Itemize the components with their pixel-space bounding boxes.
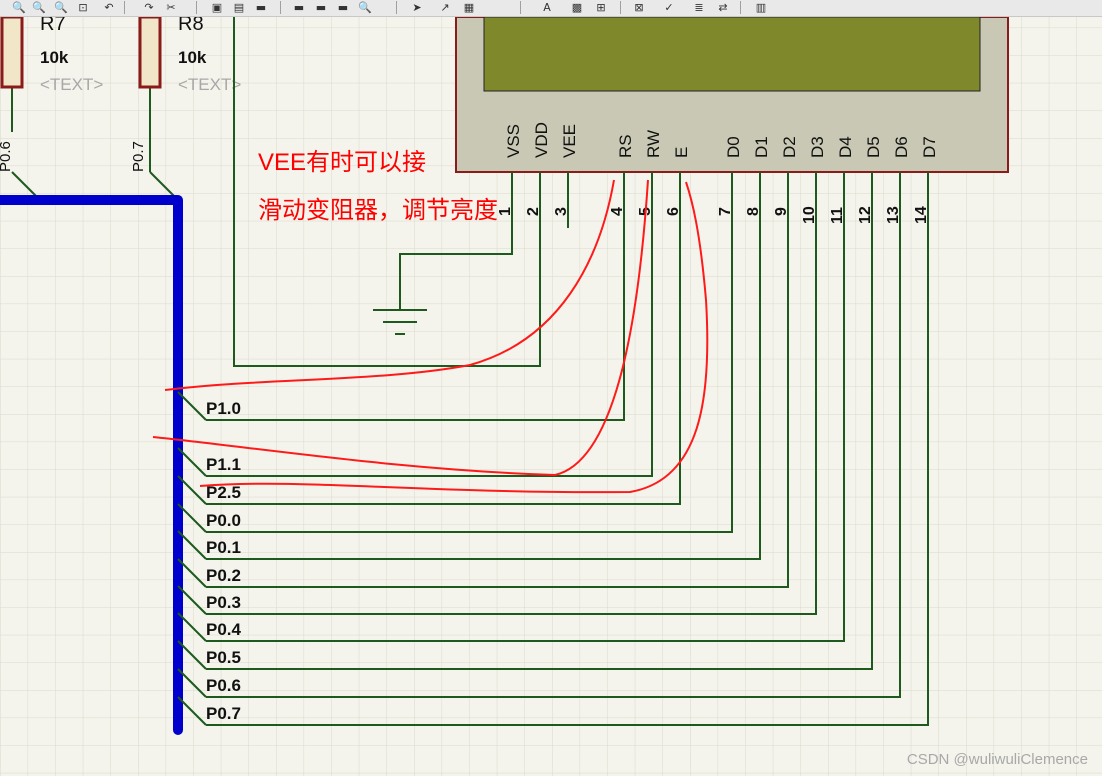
lcd-pin-name: VEE xyxy=(560,124,579,158)
zoom-area-icon[interactable]: ⊡ xyxy=(74,0,92,16)
electrical-check-icon[interactable]: ✓ xyxy=(660,0,678,16)
lcd-pin-number: 14 xyxy=(913,206,930,224)
search-icon[interactable]: 🔍 xyxy=(356,0,374,16)
net-label: P1.1 xyxy=(206,455,241,474)
lcd-pin-name: VDD xyxy=(532,122,551,158)
resistor-value: 10k xyxy=(178,48,207,67)
resistor-ref: R7 xyxy=(40,17,66,35)
lcd-pin-number: 8 xyxy=(745,207,762,216)
net-label: P1.0 xyxy=(206,399,241,418)
undo-icon[interactable]: ↶ xyxy=(100,0,118,16)
block-copy-icon[interactable]: ▬ xyxy=(252,0,270,16)
net-label: P0.1 xyxy=(206,538,241,557)
lcd-pin-name: D2 xyxy=(780,136,799,158)
pick-device-icon[interactable]: ➤ xyxy=(408,0,426,16)
toolbar: 🔍 🔍 🔍 ⊡ ↶ ↷ ✂ ▣ ▤ ▬ ▬ ▬ ▬ 🔍 ➤ ↗ ▦ A ▩ ⊞ ⊠ ✓ ≣ ⇄ ▥ xyxy=(0,0,1102,17)
netlist-icon[interactable]: ▩ xyxy=(568,0,586,16)
bill-of-materials-icon[interactable]: ≣ xyxy=(690,0,708,16)
lcd-pin-name: D4 xyxy=(836,136,855,158)
property-assign-icon[interactable]: A xyxy=(538,0,556,16)
schematic-canvas[interactable]: R7 10k <TEXT> R8 10k <TEXT> P0.6 P0.7 VS… xyxy=(0,17,1102,776)
lcd-pin-name: RW xyxy=(644,130,663,158)
block-move-icon[interactable]: ▬ xyxy=(290,0,308,16)
redo-icon[interactable]: ↷ xyxy=(140,0,158,16)
net-label: P0.2 xyxy=(206,566,241,585)
lcd-pin-number: 1 xyxy=(497,207,514,216)
make-device-icon[interactable]: ↗ xyxy=(436,0,454,16)
paste-icon[interactable]: ▤ xyxy=(230,0,248,16)
net-label: P0.6 xyxy=(0,141,14,172)
ares-icon[interactable]: ▥ xyxy=(752,0,770,16)
net-label: P0.0 xyxy=(206,511,241,530)
resistor-text-placeholder: <TEXT> xyxy=(178,75,241,94)
lcd-pin-number: 11 xyxy=(829,207,846,224)
lcd-pin-number: 2 xyxy=(525,207,542,216)
net-label: P0.6 xyxy=(206,676,241,695)
lcd-pin-name: D0 xyxy=(724,136,743,158)
watermark: CSDN @wuliwuliClemence xyxy=(906,751,1088,768)
lcd-pin-number: 4 xyxy=(609,207,626,216)
lcd-pin-name: VSS xyxy=(504,124,523,158)
lcd-pin-number: 3 xyxy=(553,207,570,216)
lcd-pin-name: D7 xyxy=(920,136,939,158)
new-sheet-icon[interactable]: ⊞ xyxy=(592,0,610,16)
copy-icon[interactable]: ▣ xyxy=(208,0,226,16)
zoom-all-icon[interactable]: 🔍 xyxy=(52,0,70,16)
lcd-pin-number: 9 xyxy=(773,207,790,216)
lcd-pin-name: RS xyxy=(616,134,635,158)
lcd-pin-name: D1 xyxy=(752,136,771,158)
resistor-text-placeholder: <TEXT> xyxy=(40,75,103,94)
lcd-pin-number: 10 xyxy=(801,206,818,224)
net-label: P0.7 xyxy=(206,704,241,723)
zoom-out-icon[interactable]: 🔍 xyxy=(30,0,48,16)
annotation-line-1: VEE有时可以接 xyxy=(258,149,426,176)
resistor-value: 10k xyxy=(40,48,69,67)
lcd-pin-name: D5 xyxy=(864,136,883,158)
zoom-in-icon[interactable]: 🔍 xyxy=(10,0,28,16)
net-label: P0.4 xyxy=(206,620,242,639)
lcd-pin-name: E xyxy=(672,147,691,158)
lcd-pin-number: 12 xyxy=(857,206,874,224)
remove-sheet-icon[interactable]: ⊠ xyxy=(630,0,648,16)
net-label: P0.5 xyxy=(206,648,241,667)
package-tool-icon[interactable]: ▦ xyxy=(460,0,478,16)
lcd-pin-name: D3 xyxy=(808,136,827,158)
block-rotate-icon[interactable]: ▬ xyxy=(312,0,330,16)
lcd-pin-number: 13 xyxy=(885,206,902,224)
annotation-line-2: 滑动变阻器，调节亮度 xyxy=(258,197,498,224)
block-delete-icon[interactable]: ▬ xyxy=(334,0,352,16)
lcd-pin-name: D6 xyxy=(892,136,911,158)
netlist-to-ares-icon[interactable]: ⇄ xyxy=(714,0,732,16)
lcd-pin-number: 6 xyxy=(665,207,682,216)
lcd-pin-number: 7 xyxy=(717,207,734,216)
net-label: P0.7 xyxy=(130,141,147,172)
cut-icon[interactable]: ✂ xyxy=(162,0,180,16)
resistor-ref: R8 xyxy=(178,17,204,35)
net-label: P0.3 xyxy=(206,593,241,612)
